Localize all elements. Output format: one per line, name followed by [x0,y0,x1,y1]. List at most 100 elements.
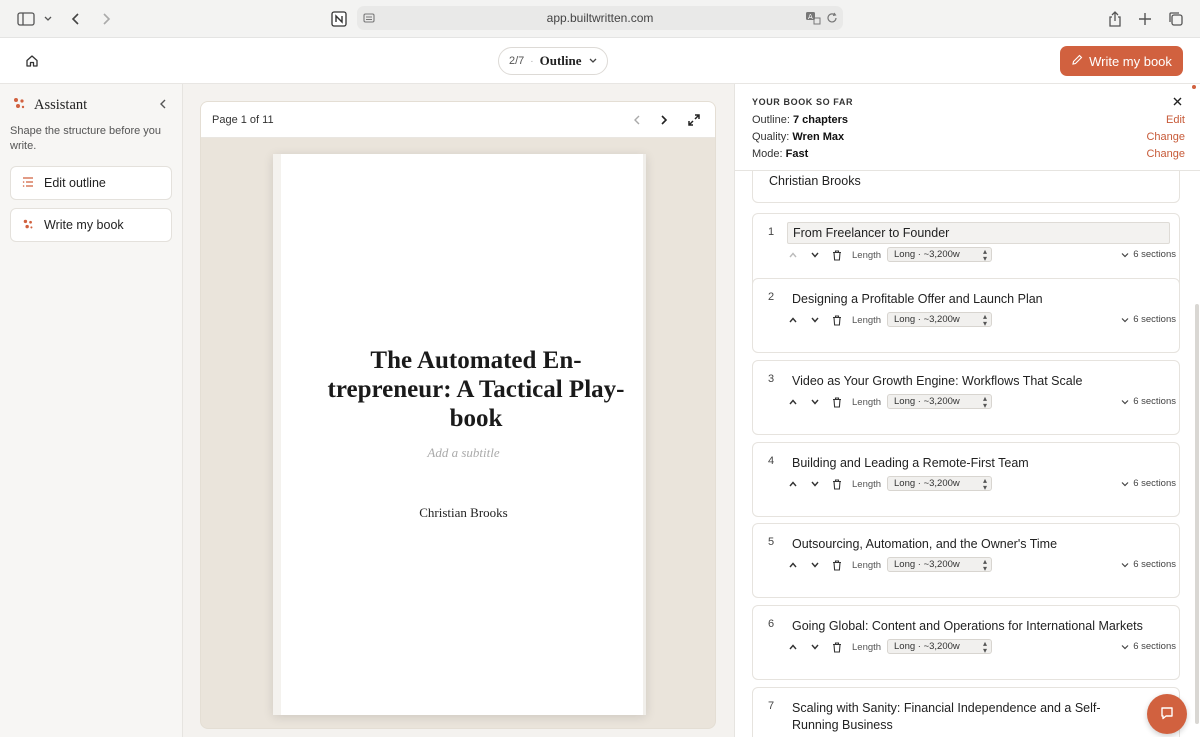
chapter-controls: Length Long · ~3,200w ▴ ▾ 6 sections [786,476,1176,492]
sections-count: 6 sections [1133,396,1176,407]
sections-toggle[interactable]: 6 sections [1121,314,1176,325]
chapter-title[interactable]: Going Global: Content and Operations for… [792,618,1150,635]
chapter-number: 7 [768,700,775,712]
move-down-icon[interactable] [808,639,822,655]
length-label: Length [852,397,882,408]
move-down-icon[interactable] [808,476,822,492]
write-my-book-sidebar-button[interactable]: Write my book [10,208,172,242]
trash-icon[interactable] [830,394,844,410]
chevron-down-icon [1121,562,1129,567]
trash-icon[interactable] [830,476,844,492]
length-select[interactable]: Long · ~3,200w ▴ ▾ [887,476,992,492]
chapter-title[interactable]: Designing a Profitable Offer and Launch … [792,291,1150,308]
assistant-title: Assistant [34,97,88,113]
chapter-title[interactable]: Outsourcing, Automation, and the Owner's… [792,536,1150,553]
sections-toggle[interactable]: 6 sections [1121,641,1176,652]
scrollbar[interactable] [1195,304,1199,724]
move-down-icon[interactable] [808,247,822,263]
sections-toggle[interactable]: 6 sections [1121,559,1176,570]
sections-count: 6 sections [1133,478,1176,489]
select-arrows-icon: ▴ ▾ [982,476,987,492]
assistant-sidebar: Assistant Shape the structure before you… [0,84,183,737]
notion-extension-icon[interactable] [329,9,349,29]
chapter-card: 2 Designing a Profitable Offer and Launch… [752,278,1180,353]
edit-outline-label: Edit outline [44,176,106,190]
sections-toggle[interactable]: 6 sections [1121,478,1176,489]
preview-card: Page 1 of 11 The Automated En- trepreneu… [200,101,716,729]
chapter-title[interactable]: Scaling with Sanity: Financial Independe… [792,700,1147,734]
page-indicator: Page 1 of 11 [212,114,274,126]
chapter-number: 5 [768,536,775,548]
select-arrows-icon: ▴ ▾ [982,312,987,328]
chapter-card: 3 Video as Your Growth Engine: Workflows … [752,360,1180,435]
book-title[interactable]: The Automated En- trepreneur: A Tactical… [311,346,641,433]
step-selector[interactable]: 2/7 · Outline [498,47,608,75]
length-select[interactable]: Long · ~3,200w ▴ ▾ [887,557,992,573]
length-select[interactable]: Long · ~3,200w ▴ ▾ [887,639,992,655]
sections-toggle[interactable]: 6 sections [1121,249,1176,260]
move-up-icon[interactable] [786,247,800,263]
change-quality-link[interactable]: Change [1146,131,1185,143]
summary-row-quality: Quality: Wren Max [752,131,844,143]
share-icon[interactable] [1105,9,1125,29]
collapse-sidebar-icon[interactable] [155,96,171,112]
chapter-number: 2 [768,291,775,303]
select-arrows-icon: ▴ ▾ [982,394,987,410]
move-up-icon[interactable] [786,394,800,410]
length-select[interactable]: Long · ~3,200w ▴ ▾ [887,247,992,263]
move-down-icon[interactable] [808,312,822,328]
list-icon [22,176,34,191]
trash-icon[interactable] [830,557,844,573]
previous-page-icon[interactable] [629,112,645,128]
length-select[interactable]: Long · ~3,200w ▴ ▾ [887,312,992,328]
move-down-icon[interactable] [808,557,822,573]
move-up-icon[interactable] [786,312,800,328]
subtitle-placeholder[interactable]: Add a subtitle [281,445,646,461]
expand-icon[interactable] [686,112,702,128]
chapter-controls: Length Long · ~3,200w ▴ ▾ 6 sections [786,247,1176,263]
sections-toggle[interactable]: 6 sections [1121,396,1176,407]
move-up-icon[interactable] [786,557,800,573]
chapter-controls: Length Long · ~3,200w ▴ ▾ 6 sections [786,557,1176,573]
chat-button[interactable] [1147,694,1187,734]
chapter-title[interactable]: Building and Leading a Remote-First Team [792,455,1150,472]
chapter-title[interactable]: Video as Your Growth Engine: Workflows T… [792,373,1150,390]
move-down-icon[interactable] [808,394,822,410]
chapter-title[interactable]: From Freelancer to Founder [787,222,1170,244]
chevron-down-icon[interactable] [38,9,58,29]
sections-count: 6 sections [1133,314,1176,325]
reload-icon[interactable] [823,9,841,27]
new-tab-icon[interactable] [1135,9,1155,29]
book-preview: Page 1 of 11 The Automated En- trepreneu… [183,84,734,737]
write-my-book-button[interactable]: Write my book [1060,46,1183,76]
chevron-down-icon [1121,252,1129,257]
move-up-icon[interactable] [786,476,800,492]
summary-value: Fast [785,148,809,160]
trash-icon[interactable] [830,247,844,263]
sidebar-toggle-icon[interactable] [16,9,36,29]
move-up-icon[interactable] [786,639,800,655]
forward-icon[interactable] [96,9,116,29]
tab-overview-icon[interactable] [1166,9,1186,29]
length-value: Long · ~3,200w [894,314,960,325]
length-select[interactable]: Long · ~3,200w ▴ ▾ [887,394,992,410]
back-icon[interactable] [66,9,86,29]
chevron-down-icon [1121,399,1129,404]
chevron-down-icon [1121,317,1129,322]
next-page-icon[interactable] [656,112,672,128]
book-title-line: book [449,405,503,432]
summary-row-outline: Outline: 7 chapters [752,114,848,126]
change-mode-link[interactable]: Change [1146,148,1185,160]
length-value: Long · ~3,200w [894,396,960,407]
chapter-number: 4 [768,455,775,467]
length-value: Long · ~3,200w [894,641,960,652]
home-icon[interactable] [22,51,42,71]
edit-outline-button[interactable]: Edit outline [10,166,172,200]
chapter-card: 4 Building and Leading a Remote-First Tea… [752,442,1180,517]
address-bar[interactable]: app.builtwritten.com A [357,6,843,30]
translate-icon[interactable]: A [804,9,822,27]
trash-icon[interactable] [830,312,844,328]
edit-outline-link[interactable]: Edit [1166,114,1185,126]
trash-icon[interactable] [830,639,844,655]
close-icon[interactable] [1171,95,1183,107]
